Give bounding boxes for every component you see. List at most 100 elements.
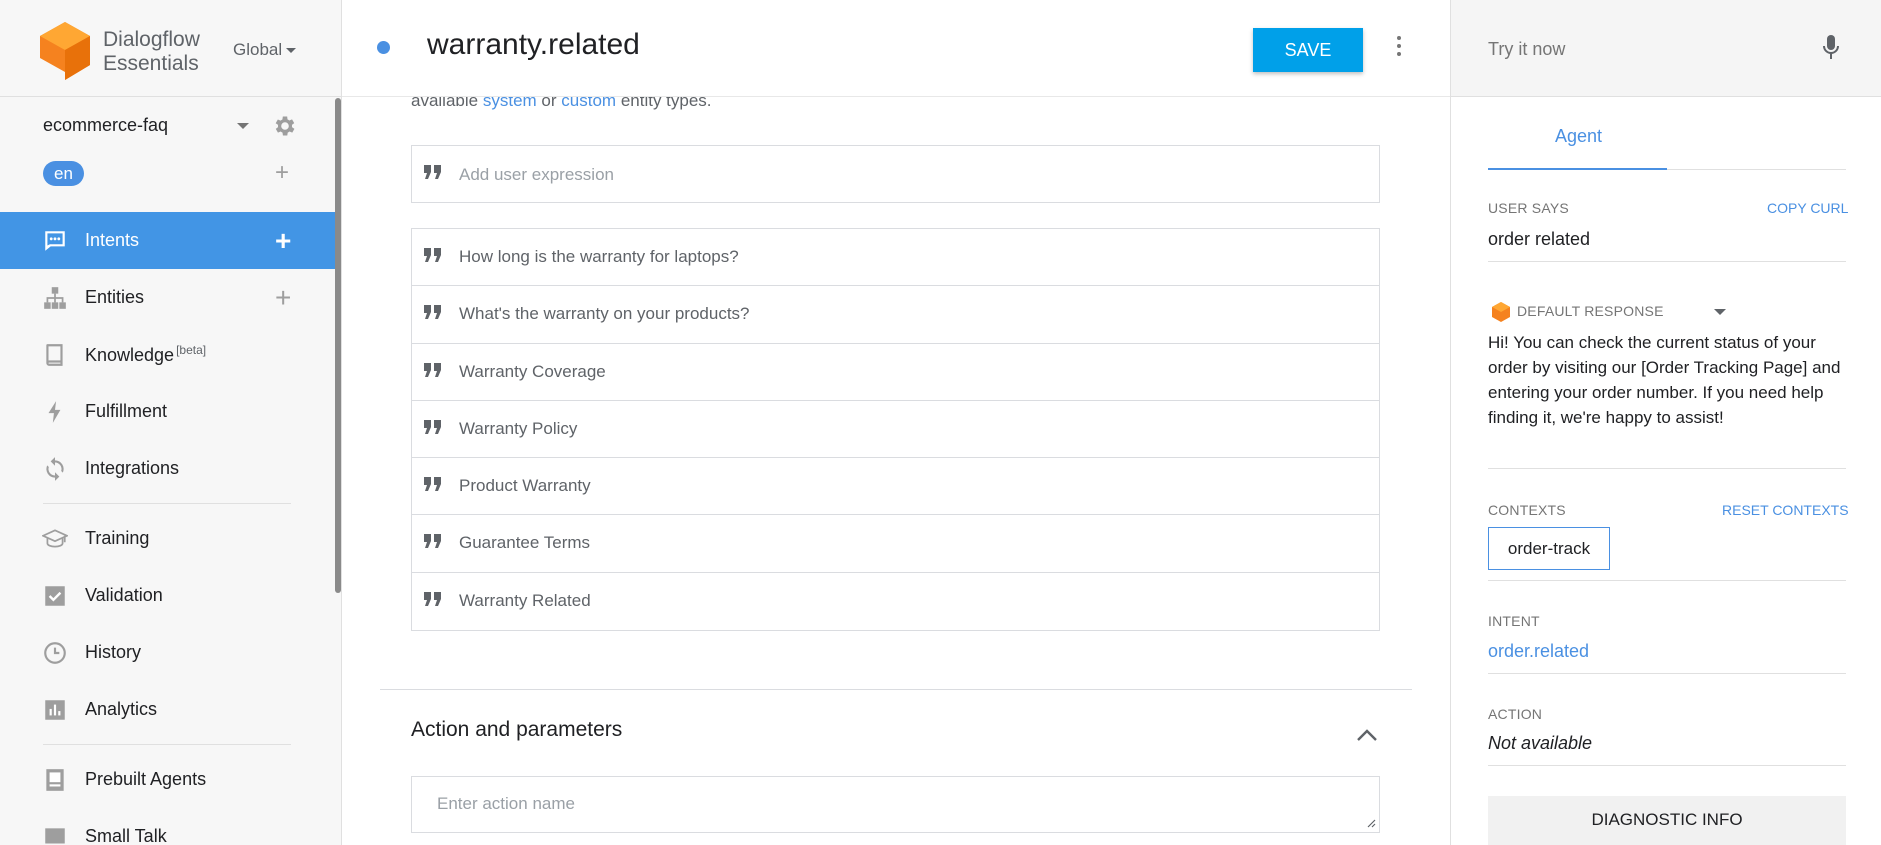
dialogflow-logo-icon	[1492, 302, 1510, 322]
action-parameters-heading: Action and parameters	[411, 718, 623, 741]
nav-divider	[43, 503, 291, 504]
training-phrase-text[interactable]: Product Warranty	[459, 476, 591, 496]
action-name-input[interactable]	[411, 776, 1380, 833]
tab-underline	[1667, 169, 1846, 170]
add-entity-icon[interactable]: +	[275, 283, 291, 312]
quote-icon	[424, 477, 441, 492]
training-phrase-text[interactable]: Warranty Policy	[459, 419, 577, 439]
user-says-label: USER SAYS	[1488, 200, 1569, 216]
region-selector[interactable]: Global	[233, 40, 297, 60]
graduation-cap-icon	[42, 529, 68, 548]
sidebar-item-validation[interactable]: Validation	[0, 567, 335, 624]
quote-icon	[424, 419, 441, 434]
action-value: Not available	[1488, 733, 1593, 753]
sidebar-item-prebuilt-agents[interactable]: Prebuilt Agents	[0, 751, 335, 808]
training-phrase-text[interactable]: What's the warranty on your products?	[459, 304, 750, 324]
sidebar-item-small-talk[interactable]: Small Talk	[0, 808, 335, 845]
language-row: en +	[43, 161, 303, 187]
context-chip[interactable]: order-track	[1488, 527, 1610, 570]
resize-handle-icon[interactable]	[1366, 818, 1376, 828]
chevron-up-icon[interactable]	[1356, 728, 1378, 742]
region-label: Global	[233, 40, 283, 59]
sync-icon	[46, 457, 64, 481]
training-phrase-text[interactable]: Warranty Coverage	[459, 362, 606, 382]
sidebar-item-integrations[interactable]: Integrations	[0, 440, 335, 497]
add-intent-icon[interactable]: +	[275, 226, 291, 255]
clock-icon	[44, 642, 66, 664]
list-item[interactable]: Warranty Related	[412, 573, 1379, 630]
agent-name[interactable]: ecommerce-faq	[43, 115, 168, 136]
bar-chart-icon	[45, 700, 65, 720]
list-item[interactable]: How long is the warranty for laptops?	[412, 229, 1379, 287]
list-item[interactable]: Product Warranty	[412, 458, 1379, 516]
sidebar: Dialogflow Essentials Global ecommerce-f…	[0, 0, 342, 845]
save-button[interactable]: SAVE	[1253, 28, 1363, 72]
dialogflow-logo-icon	[40, 22, 90, 80]
sidebar-item-label: Small Talk	[85, 826, 167, 845]
brand-line-2: Essentials	[103, 52, 199, 75]
diagnostic-info-button[interactable]: DIAGNOSTIC INFO	[1488, 796, 1846, 845]
list-item[interactable]: Warranty Policy	[412, 401, 1379, 459]
divider	[1488, 261, 1846, 262]
try-it-now-bar[interactable]: Try it now	[1451, 0, 1881, 97]
quote-icon	[424, 248, 441, 262]
sidebar-item-label: Integrations	[85, 458, 180, 478]
checkbox-icon	[45, 586, 65, 606]
reset-contexts-link[interactable]: RESET CONTEXTS	[1722, 502, 1849, 518]
sidebar-item-label: Training	[85, 528, 150, 548]
hierarchy-icon	[44, 287, 66, 309]
sidebar-item-intents[interactable]: Intents +	[0, 212, 335, 269]
gear-icon[interactable]	[272, 113, 298, 139]
training-phrases-list: How long is the warranty for laptops? Wh…	[411, 228, 1380, 632]
chat-bubble-icon	[45, 231, 65, 251]
book-icon	[46, 344, 63, 366]
training-phrase-text[interactable]: Guarantee Terms	[459, 533, 590, 553]
sidebar-item-history[interactable]: History	[0, 624, 335, 681]
add-user-expression-input[interactable]: Add user expression	[411, 145, 1380, 203]
sidebar-item-label: Intents	[85, 230, 140, 250]
intent-name[interactable]: warranty.related	[427, 28, 640, 62]
matched-intent-link[interactable]: order.related	[1488, 641, 1589, 662]
knowledge-label: Knowledge	[85, 345, 175, 365]
brand-line-1: Dialogflow	[103, 28, 200, 51]
list-item[interactable]: Warranty Coverage	[412, 344, 1379, 401]
sidebar-item-training[interactable]: Training	[0, 510, 335, 567]
training-phrase-text[interactable]: How long is the warranty for laptops?	[459, 247, 739, 267]
training-phrase-text[interactable]: Warranty Related	[459, 591, 591, 611]
add-language-icon[interactable]: +	[275, 161, 289, 185]
default-response-label: DEFAULT RESPONSE	[1517, 303, 1664, 319]
agent-dropdown-icon[interactable]	[237, 123, 249, 129]
try-it-now-input[interactable]: Try it now	[1488, 39, 1565, 60]
user-says-value: order related	[1488, 229, 1591, 249]
sidebar-item-label: History	[85, 642, 142, 662]
quote-icon	[424, 591, 441, 606]
sidebar-item-label: Validation	[85, 585, 163, 605]
quote-icon	[424, 305, 441, 320]
lightning-icon	[48, 401, 61, 423]
sidebar-nav: Intents + Entities + Knowledge [beta] Fu…	[0, 212, 335, 845]
sidebar-scrollbar[interactable]	[335, 98, 341, 593]
tab-agent[interactable]: Agent	[1488, 110, 1667, 170]
response-dropdown-icon[interactable]	[1714, 309, 1726, 315]
list-item[interactable]: What's the warranty on your products?	[412, 286, 1379, 344]
small-talk-icon	[45, 828, 65, 844]
editor-toolbar: warranty.related SAVE	[342, 0, 1450, 97]
quote-icon	[424, 362, 441, 377]
section-divider	[380, 689, 1412, 690]
language-pill[interactable]: en	[43, 161, 84, 186]
sidebar-item-label: Entities	[85, 287, 145, 307]
brand-header: Dialogflow Essentials Global	[0, 0, 341, 97]
action-label: ACTION	[1488, 706, 1543, 722]
more-options-icon[interactable]	[1394, 36, 1404, 60]
sidebar-item-analytics[interactable]: Analytics	[0, 681, 335, 738]
microphone-icon[interactable]	[1822, 34, 1840, 62]
copy-curl-link[interactable]: COPY CURL	[1767, 200, 1848, 216]
sidebar-item-knowledge[interactable]: Knowledge [beta]	[0, 326, 335, 383]
beta-badge: [beta]	[176, 343, 207, 357]
divider	[1488, 673, 1846, 674]
sidebar-item-entities[interactable]: Entities +	[0, 269, 335, 326]
list-item[interactable]: Guarantee Terms	[412, 515, 1379, 573]
default-response-text: Hi! You can check the current status of …	[1488, 333, 1841, 427]
sidebar-item-fulfillment[interactable]: Fulfillment	[0, 383, 335, 440]
quote-icon	[424, 165, 441, 179]
